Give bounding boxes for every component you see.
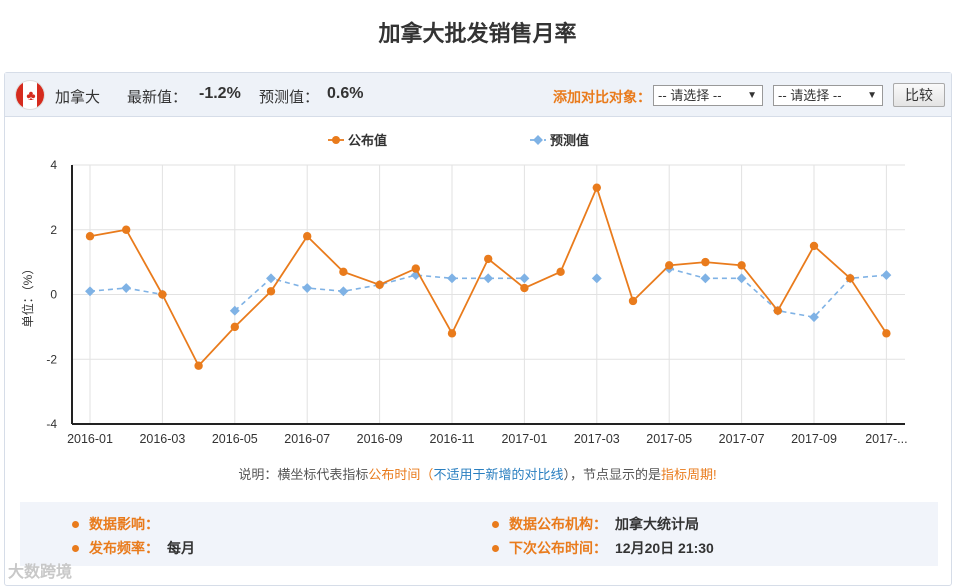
x-tick-label: 2017-... bbox=[865, 432, 907, 446]
y-tick-label: 4 bbox=[50, 158, 57, 172]
line-chart: -4 -2 0 2 4 2016-01 2016-03 2016-05 2016-07 2016-… bbox=[20, 133, 908, 446]
info-box: 数据影响： 发布频率： 每月 数据公布机构： 加拿大统计局 下次公布时间： 12月20… bbox=[20, 502, 938, 566]
published-point bbox=[628, 296, 638, 306]
impact-label: 数据影响： bbox=[89, 516, 159, 532]
x-tick-label: 2016-01 bbox=[67, 432, 113, 446]
legend-published-marker bbox=[332, 136, 340, 144]
info-frequency: 发布频率： 每月 bbox=[72, 538, 195, 558]
canada-flag-icon: ♣ bbox=[15, 80, 45, 110]
panel-header: ♣ 加拿大 最新值： -1.2% 预测值： 0.6% 添加对比对象： -- 请选… bbox=[5, 73, 951, 117]
published-point bbox=[846, 274, 855, 283]
note-part-5b: ），节点显示的是 bbox=[563, 467, 661, 482]
published-point bbox=[447, 329, 457, 338]
published-point bbox=[737, 261, 746, 270]
published-point bbox=[266, 287, 276, 296]
x-tick-label: 2017-03 bbox=[574, 432, 620, 446]
published-point bbox=[411, 264, 420, 273]
info-impact: 数据影响： bbox=[72, 514, 167, 534]
forecast-point bbox=[519, 273, 530, 284]
chart-note: 说明：横坐标代表指标公布时间（不适用于新增的对比线（），节点显示的是指标周期! bbox=[0, 464, 955, 483]
forecast-point bbox=[736, 273, 747, 284]
note-part-1: 说明：横坐标代表指标 bbox=[238, 467, 369, 482]
published-point bbox=[230, 322, 239, 332]
x-tick-label: 2017-01 bbox=[501, 432, 547, 446]
y-tick-label: -4 bbox=[46, 417, 57, 431]
published-point bbox=[556, 267, 565, 277]
forecast-point bbox=[591, 273, 602, 284]
bullet-icon bbox=[72, 544, 79, 552]
forecast-value: 0.6% bbox=[327, 85, 364, 102]
agency-label: 数据公布机构： bbox=[509, 516, 607, 532]
published-point bbox=[520, 283, 529, 293]
published-point bbox=[484, 254, 493, 264]
published-point bbox=[194, 361, 203, 370]
agency-value: 加拿大统计局 bbox=[615, 516, 699, 532]
x-tick-label: 2017-05 bbox=[646, 432, 692, 446]
compare-select-2[interactable]: -- 请选择 -- ▼ bbox=[773, 85, 883, 106]
forecast-value-label: 预测值： bbox=[259, 89, 320, 106]
y-tick-label: 0 bbox=[50, 288, 57, 302]
note-part-4: 不适用于新增的对比线 bbox=[433, 467, 564, 482]
compare-select-2-value: -- 请选择 -- bbox=[778, 88, 842, 103]
legend-forecast-marker bbox=[533, 135, 543, 145]
note-part-2: 公布时间 bbox=[368, 467, 421, 482]
watermark: 大数跨境 bbox=[8, 564, 73, 581]
x-tick-label: 2016-11 bbox=[430, 432, 475, 446]
published-point bbox=[158, 290, 167, 299]
x-tick-label: 2016-09 bbox=[357, 432, 403, 446]
published-point bbox=[701, 257, 710, 267]
legend-forecast-label: 预测值 bbox=[550, 133, 589, 148]
forecast-point bbox=[302, 283, 313, 293]
note-part-7: ! bbox=[712, 467, 717, 482]
compare-select-1-value: -- 请选择 -- bbox=[658, 88, 722, 103]
legend-published-label: 公布值 bbox=[348, 133, 387, 148]
published-point bbox=[303, 232, 312, 241]
published-point bbox=[339, 267, 348, 277]
forecast-point bbox=[121, 283, 132, 293]
chevron-down-icon: ▼ bbox=[747, 90, 757, 101]
published-point bbox=[592, 183, 601, 192]
frequency-value: 每月 bbox=[167, 540, 195, 556]
chevron-down-icon: ▼ bbox=[867, 90, 877, 101]
compare-button[interactable]: 比较 bbox=[893, 83, 945, 107]
published-point bbox=[122, 225, 131, 234]
forecast-point bbox=[483, 273, 494, 284]
forecast-point bbox=[700, 273, 711, 284]
bullet-icon bbox=[72, 520, 79, 528]
published-point bbox=[882, 329, 891, 338]
compare-label: 添加对比对象： bbox=[553, 89, 651, 105]
y-axis-label: 单位：（%） bbox=[20, 263, 35, 328]
published-point bbox=[773, 306, 782, 315]
info-agency: 数据公布机构： 加拿大统计局 bbox=[492, 514, 699, 534]
latest-value: -1.2% bbox=[199, 85, 241, 102]
bullet-icon bbox=[492, 520, 499, 528]
x-tick-label: 2016-05 bbox=[212, 432, 258, 446]
note-part-3: （ bbox=[420, 467, 434, 482]
next-release-label: 下次公布时间： bbox=[509, 540, 607, 556]
note-part-6: 指标周期 bbox=[660, 467, 713, 482]
forecast-point bbox=[881, 270, 892, 281]
next-release-value: 12月20日 21:30 bbox=[615, 540, 714, 556]
x-tick-label: 2016-07 bbox=[284, 432, 330, 446]
country-name: 加拿大 bbox=[55, 89, 101, 106]
published-point bbox=[85, 232, 95, 241]
frequency-label: 发布频率： bbox=[89, 540, 159, 556]
x-tick-label: 2017-09 bbox=[791, 432, 837, 446]
forecast-point bbox=[266, 273, 276, 284]
published-point bbox=[665, 261, 674, 270]
latest-value-label: 最新值： bbox=[127, 89, 188, 106]
x-tick-label: 2017-07 bbox=[719, 432, 765, 446]
forecast-point bbox=[447, 273, 457, 284]
y-tick-label: -2 bbox=[46, 352, 57, 366]
x-tick-label: 2016-03 bbox=[139, 432, 185, 446]
published-point bbox=[375, 280, 384, 289]
published-point bbox=[809, 241, 819, 251]
info-next-release: 下次公布时间： 12月20日 21:30 bbox=[492, 538, 714, 558]
page-title: 加拿大批发销售月率 bbox=[378, 21, 577, 46]
bullet-icon bbox=[492, 544, 499, 552]
compare-select-1[interactable]: -- 请选择 -- ▼ bbox=[653, 85, 763, 106]
y-tick-label: 2 bbox=[50, 223, 57, 237]
